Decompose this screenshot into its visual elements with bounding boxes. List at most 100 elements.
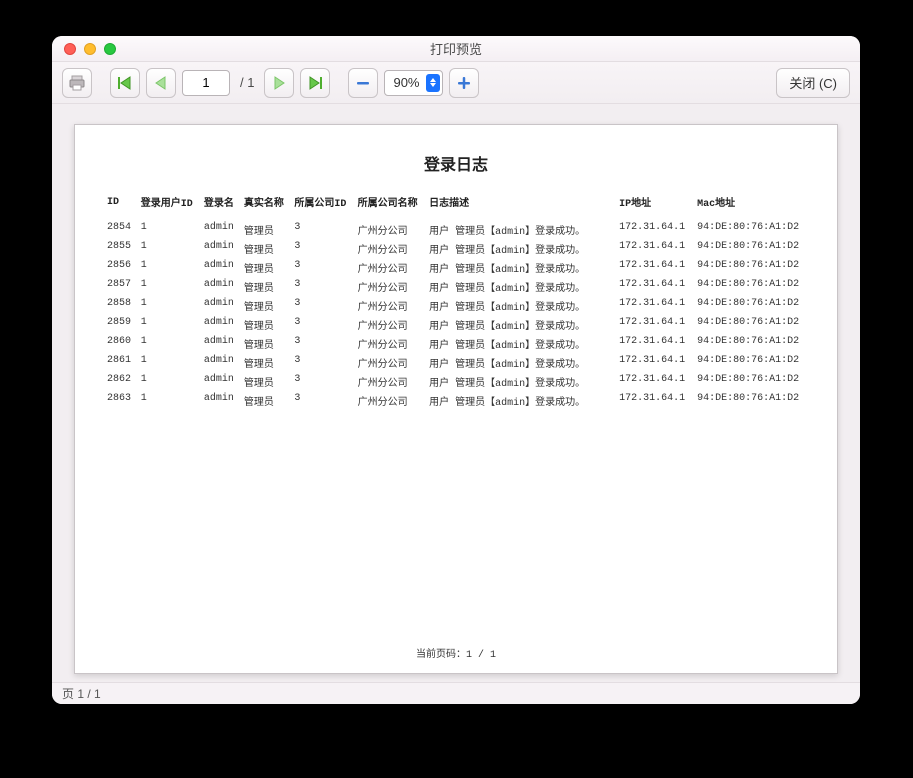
cell-id: 2855 xyxy=(103,239,137,258)
cell-company_id: 3 xyxy=(290,353,353,372)
next-page-button[interactable] xyxy=(264,68,294,98)
prev-page-icon xyxy=(152,74,170,92)
col-ip: IP地址 xyxy=(615,191,693,220)
col-realname: 真实名称 xyxy=(240,191,291,220)
cell-desc: 用户 管理员【admin】登录成功。 xyxy=(425,239,615,258)
cell-ip: 172.31.64.1 xyxy=(615,258,693,277)
cell-id: 2856 xyxy=(103,258,137,277)
page-number-input[interactable] xyxy=(182,70,230,96)
cell-login: admin xyxy=(200,239,240,258)
cell-login: admin xyxy=(200,277,240,296)
col-user-id: 登录用户ID xyxy=(137,191,200,220)
cell-mac: 94:DE:80:76:A1:D2 xyxy=(693,220,809,239)
table-row: 28541admin管理员3广州分公司用户 管理员【admin】登录成功。172… xyxy=(103,220,809,239)
cell-desc: 用户 管理员【admin】登录成功。 xyxy=(425,334,615,353)
next-page-icon xyxy=(270,74,288,92)
cell-ip: 172.31.64.1 xyxy=(615,277,693,296)
cell-mac: 94:DE:80:76:A1:D2 xyxy=(693,258,809,277)
close-preview-label: 关闭 (C) xyxy=(789,73,837,92)
table-header-row: ID 登录用户ID 登录名 真实名称 所属公司ID 所属公司名称 日志描述 IP… xyxy=(103,191,809,220)
cell-company_id: 3 xyxy=(290,258,353,277)
close-window-button[interactable] xyxy=(64,43,76,55)
report-title: 登录日志 xyxy=(103,151,809,175)
cell-realname: 管理员 xyxy=(240,239,291,258)
cell-realname: 管理员 xyxy=(240,391,291,410)
report-footer: 当前页码：1 / 1 xyxy=(103,637,809,661)
cell-ip: 172.31.64.1 xyxy=(615,220,693,239)
table-row: 28571admin管理员3广州分公司用户 管理员【admin】登录成功。172… xyxy=(103,277,809,296)
cell-company_name: 广州分公司 xyxy=(354,353,426,372)
zoom-out-button[interactable] xyxy=(348,68,378,98)
table-row: 28631admin管理员3广州分公司用户 管理员【admin】登录成功。172… xyxy=(103,391,809,410)
cell-login: admin xyxy=(200,353,240,372)
col-company-id: 所属公司ID xyxy=(290,191,353,220)
last-page-button[interactable] xyxy=(300,68,330,98)
cell-login: admin xyxy=(200,334,240,353)
cell-realname: 管理员 xyxy=(240,220,291,239)
cell-desc: 用户 管理员【admin】登录成功。 xyxy=(425,220,615,239)
cell-mac: 94:DE:80:76:A1:D2 xyxy=(693,372,809,391)
table-row: 28621admin管理员3广州分公司用户 管理员【admin】登录成功。172… xyxy=(103,372,809,391)
cell-user_id: 1 xyxy=(137,334,200,353)
cell-company_name: 广州分公司 xyxy=(354,391,426,410)
zoom-window-button[interactable] xyxy=(104,43,116,55)
cell-desc: 用户 管理员【admin】登录成功。 xyxy=(425,277,615,296)
cell-realname: 管理员 xyxy=(240,277,291,296)
cell-company_id: 3 xyxy=(290,277,353,296)
zoom-level-select[interactable]: 90% xyxy=(384,70,442,96)
cell-ip: 172.31.64.1 xyxy=(615,296,693,315)
cell-desc: 用户 管理员【admin】登录成功。 xyxy=(425,296,615,315)
cell-ip: 172.31.64.1 xyxy=(615,372,693,391)
first-page-button[interactable] xyxy=(110,68,140,98)
cell-mac: 94:DE:80:76:A1:D2 xyxy=(693,239,809,258)
cell-user_id: 1 xyxy=(137,315,200,334)
document-area[interactable]: 登录日志 ID 登录用户ID 登录名 真实名称 所属公司ID 所属公司名称 日志… xyxy=(52,104,860,682)
col-login: 登录名 xyxy=(200,191,240,220)
col-id: ID xyxy=(103,191,137,220)
cell-id: 2857 xyxy=(103,277,137,296)
cell-desc: 用户 管理员【admin】登录成功。 xyxy=(425,391,615,410)
prev-page-button[interactable] xyxy=(146,68,176,98)
cell-mac: 94:DE:80:76:A1:D2 xyxy=(693,277,809,296)
col-mac: Mac地址 xyxy=(693,191,809,220)
table-row: 28581admin管理员3广州分公司用户 管理员【admin】登录成功。172… xyxy=(103,296,809,315)
zoom-level-value: 90% xyxy=(393,75,419,90)
cell-ip: 172.31.64.1 xyxy=(615,239,693,258)
cell-company_name: 广州分公司 xyxy=(354,239,426,258)
table-row: 28601admin管理员3广州分公司用户 管理员【admin】登录成功。172… xyxy=(103,334,809,353)
cell-company_name: 广州分公司 xyxy=(354,315,426,334)
cell-realname: 管理员 xyxy=(240,258,291,277)
cell-mac: 94:DE:80:76:A1:D2 xyxy=(693,334,809,353)
window-title: 打印预览 xyxy=(52,39,860,58)
cell-id: 2863 xyxy=(103,391,137,410)
cell-company_name: 广州分公司 xyxy=(354,372,426,391)
close-preview-button[interactable]: 关闭 (C) xyxy=(776,68,850,98)
cell-login: admin xyxy=(200,315,240,334)
cell-id: 2859 xyxy=(103,315,137,334)
zoom-in-button[interactable] xyxy=(449,68,479,98)
col-desc: 日志描述 xyxy=(425,191,615,220)
minus-icon xyxy=(354,74,372,92)
minimize-window-button[interactable] xyxy=(84,43,96,55)
cell-user_id: 1 xyxy=(137,391,200,410)
cell-id: 2858 xyxy=(103,296,137,315)
cell-company_id: 3 xyxy=(290,220,353,239)
cell-desc: 用户 管理员【admin】登录成功。 xyxy=(425,353,615,372)
cell-id: 2854 xyxy=(103,220,137,239)
table-row: 28591admin管理员3广州分公司用户 管理员【admin】登录成功。172… xyxy=(103,315,809,334)
cell-id: 2861 xyxy=(103,353,137,372)
cell-company_name: 广州分公司 xyxy=(354,258,426,277)
cell-realname: 管理员 xyxy=(240,372,291,391)
first-page-icon xyxy=(116,74,134,92)
cell-company_name: 广州分公司 xyxy=(354,334,426,353)
cell-company_name: 广州分公司 xyxy=(354,296,426,315)
cell-id: 2862 xyxy=(103,372,137,391)
cell-user_id: 1 xyxy=(137,353,200,372)
print-button[interactable] xyxy=(62,68,92,98)
cell-user_id: 1 xyxy=(137,258,200,277)
cell-user_id: 1 xyxy=(137,239,200,258)
cell-mac: 94:DE:80:76:A1:D2 xyxy=(693,296,809,315)
cell-company_id: 3 xyxy=(290,391,353,410)
titlebar: 打印预览 xyxy=(52,36,860,62)
cell-user_id: 1 xyxy=(137,372,200,391)
